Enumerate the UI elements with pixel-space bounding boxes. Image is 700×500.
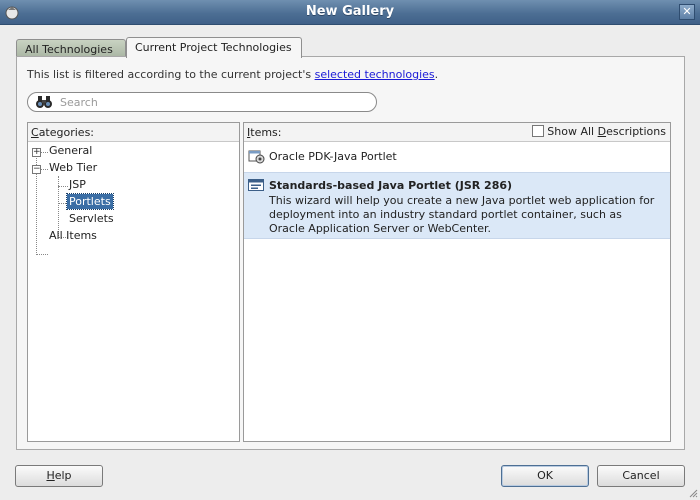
selected-technologies-link[interactable]: selected technologies [315,68,435,81]
tree-connector [36,254,48,255]
list-item-standards-based-java-portlet[interactable]: Standards-based Java Portlet (JSR 286) T… [244,172,670,239]
search-input[interactable] [60,95,360,109]
cancel-button[interactable]: Cancel [597,465,685,487]
window-title: New Gallery [305,4,395,19]
show-all-label-accel: D [597,125,607,138]
categories-header-label: ategories: [38,126,95,139]
tree-item-jsp[interactable]: JSP [67,178,88,194]
portlet-window-icon [248,179,264,191]
portlet-gear-icon [248,150,265,164]
show-all-label-pre: Show All [547,125,598,138]
tree-item-label: General [49,144,93,157]
resize-grip-icon[interactable] [688,488,698,498]
tab-current-project-technologies[interactable]: Current Project Technologies [126,37,302,58]
title-bar: New Gallery ✕ [0,0,700,25]
help-button-accel: H [46,469,55,482]
list-item-title: Standards-based Java Portlet (JSR 286) [269,179,513,192]
tree-item-web-tier[interactable]: Web Tier [47,161,99,177]
show-all-descriptions-checkbox[interactable]: Show All Descriptions [532,125,666,138]
filter-note-text: This list is filtered according to the c… [27,68,315,81]
tree-item-portlets[interactable]: Portlets [66,193,114,211]
categories-header: Categories: [28,123,239,142]
list-item-description: This wizard will help you create a new J… [269,194,655,235]
checkbox-icon[interactable] [532,125,545,137]
expand-icon[interactable]: + [32,148,41,157]
categories-header-accel: C [31,126,39,139]
help-button[interactable]: Help [15,465,103,487]
ok-button[interactable]: OK [501,465,589,487]
tree-item-label: Servlets [69,212,114,225]
help-button-label: elp [54,469,72,482]
items-pane: Items: Show All Descriptions Oracle PDK-… [243,122,671,442]
filter-note: This list is filtered according to the c… [27,68,438,81]
search-box[interactable] [27,92,377,112]
show-all-label-rest: escriptions [606,125,666,138]
categories-pane: Categories: + − General Web Tier JSP Por… [27,122,240,442]
tree-item-label: All Items [49,229,97,242]
tree-item-all-items[interactable]: All Items [47,229,99,245]
binoculars-icon [36,96,52,108]
filter-note-suffix: . [434,68,439,81]
tree-item-servlets[interactable]: Servlets [67,212,116,228]
tree-item-general[interactable]: General [47,144,94,160]
items-header-label: tems: [250,126,282,139]
collapse-icon[interactable]: − [32,165,41,174]
close-icon[interactable]: ✕ [679,4,695,20]
tree-item-label: JSP [69,178,86,191]
tab-all-technologies[interactable]: All Technologies [16,39,126,57]
list-item-label: Oracle PDK-Java Portlet [269,150,397,163]
tree-item-label: Portlets [66,193,114,210]
list-item-oracle-pdk-java-portlet[interactable]: Oracle PDK-Java Portlet [244,143,670,169]
tree-item-label: Web Tier [49,161,98,174]
